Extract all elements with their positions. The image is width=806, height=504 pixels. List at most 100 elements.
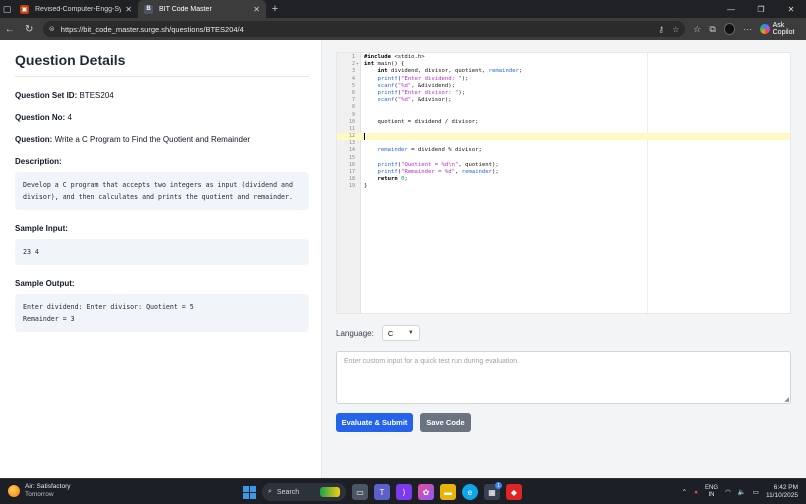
extensions-icon[interactable]: ⧉ [709, 24, 715, 35]
vscode-icon[interactable]: ⟩ [396, 484, 412, 500]
task-view-icon[interactable]: ▭ [352, 484, 368, 500]
windows-taskbar: Air: Satisfactory Tomorrow ⌕ Search ▭ T … [0, 478, 806, 504]
windows-start-icon[interactable] [243, 485, 256, 499]
language-label: Language: [336, 328, 374, 338]
close-tab-icon[interactable]: ✕ [125, 5, 132, 14]
close-window-icon[interactable]: ✕ [776, 0, 806, 18]
line-number: 4 [351, 75, 355, 82]
favorite-star-icon[interactable]: ☆ [672, 25, 679, 34]
custom-input-field[interactable]: Enter custom input for a quick test run … [336, 351, 791, 404]
tab-bit-code-master[interactable]: B BIT Code Master ✕ [138, 0, 266, 18]
line-number: 5 [351, 82, 355, 89]
language-select[interactable]: C ▼ [381, 325, 420, 341]
maximize-icon[interactable]: ❐ [746, 0, 776, 18]
security-icon[interactable]: ● [694, 489, 698, 496]
store-badge: 1 [495, 482, 502, 489]
code-line[interactable]: 15 [337, 155, 790, 162]
code-text: printf("Remainder = %d", remainder); [377, 169, 499, 175]
taskbar-search[interactable]: ⌕ Search [262, 483, 346, 501]
code-line[interactable]: 12 [337, 133, 790, 141]
line-number: 14 [348, 147, 355, 154]
evaluate-submit-button[interactable]: Evaluate & Submit [336, 413, 413, 432]
url-input[interactable]: ⊜ https://bit_code_master.surge.sh/quest… [42, 21, 686, 37]
line-number: 19 [348, 183, 355, 190]
description-label: Description: [15, 157, 62, 166]
code-lines[interactable]: 1 #include <stdio.h> 2 ▾ int main() {3 int d… [337, 54, 790, 191]
question-text: Question: Write a C Program to Find the … [15, 135, 309, 144]
question-value: Write a C Program to Find the Quotient a… [54, 135, 251, 144]
code-line[interactable]: 13 [337, 140, 790, 147]
text-cursor [364, 133, 365, 141]
close-tab-icon[interactable]: ✕ [253, 5, 260, 14]
save-code-button[interactable]: Save Code [420, 413, 471, 432]
file-explorer-icon[interactable]: ▬ [440, 484, 456, 500]
code-line[interactable]: 3 int dividend, divisor, quotient, remai… [337, 68, 790, 75]
teams-icon[interactable]: T [374, 484, 390, 500]
volume-icon[interactable]: 🔈 [738, 488, 746, 496]
line-number: 8 [351, 104, 355, 111]
code-line[interactable]: 11 [337, 125, 790, 133]
line-number: 11 [348, 125, 355, 132]
resize-handle-icon[interactable]: ◢ [784, 396, 789, 403]
tab-actions-icon[interactable]: ▢ [0, 0, 14, 18]
code-editor[interactable]: 1 #include <stdio.h> 2 ▾ int main() {3 int d… [336, 52, 791, 314]
code-line[interactable]: 19} [337, 183, 790, 190]
edge-icon[interactable]: e [462, 484, 478, 500]
code-line[interactable]: 8 [337, 104, 790, 111]
code-line[interactable]: 10 quotient = dividend / divisor; [337, 118, 790, 126]
back-icon[interactable]: ← [0, 18, 19, 40]
question-no-value: 4 [67, 113, 72, 122]
more-options-icon[interactable]: ··· [743, 24, 752, 34]
profile-avatar[interactable] [723, 23, 736, 35]
password-key-icon[interactable]: ⚷ [658, 25, 664, 34]
code-line[interactable]: 4 printf("Enter dividend: "); [337, 75, 790, 83]
line-number: 2 [351, 61, 355, 68]
window-controls: — ❐ ✕ [716, 0, 806, 18]
code-line[interactable]: 5 scanf("%d", &dividend); [337, 82, 790, 90]
tab-title: BIT Code Master [159, 5, 212, 13]
language-row: Language: C ▼ [336, 325, 420, 341]
weather-widget[interactable]: Air: Satisfactory Tomorrow [8, 483, 71, 499]
code-text: printf("Enter divisor: "); [377, 89, 466, 96]
code-line[interactable]: 17 printf("Remainder = %d", remainder); [337, 169, 790, 176]
brave-icon[interactable]: ◆ [506, 484, 522, 500]
favorites-icon[interactable]: ☆ [693, 24, 701, 35]
tab-syllabus[interactable]: ▣ Revised-Computer-Engg-Syllabus ✕ [14, 0, 138, 18]
code-line[interactable]: 16 printf("Quotient = %d\n", quotient); [337, 161, 790, 169]
line-number: 16 [348, 161, 355, 168]
line-number: 3 [351, 68, 355, 75]
code-line[interactable]: 18 return 0; [337, 176, 790, 183]
code-line[interactable]: 2 ▾ int main() { [337, 61, 790, 68]
code-line[interactable]: 14 remainder = dividend % divisor; [337, 147, 790, 154]
language-indicator[interactable]: ENG IN [705, 485, 718, 499]
code-line[interactable]: 1 #include <stdio.h> [337, 54, 790, 61]
chevron-down-icon: ▼ [407, 330, 414, 336]
code-text: scanf("%d", &divisor); [377, 97, 452, 104]
code-line[interactable]: 9 [337, 112, 790, 119]
new-tab-icon[interactable]: + [266, 3, 284, 15]
custom-input-placeholder: Enter custom input for a quick test run … [344, 358, 520, 365]
code-line[interactable]: 6 printf("Enter divisor: "); [337, 89, 790, 97]
line-number: 10 [348, 118, 355, 125]
code-line[interactable]: 7 scanf("%d", &divisor); [337, 97, 790, 104]
fold-toggle-icon[interactable]: ▾ [356, 61, 359, 68]
taskbar-apps: ⌕ Search ▭ T ⟩ ✿ ▬ e ▦ 1 ◆ [243, 482, 522, 502]
refresh-icon[interactable]: ↻ [19, 18, 38, 40]
code-panel: 1 #include <stdio.h> 2 ▾ int main() {3 int d… [322, 40, 806, 478]
code-text: printf("Quotient = %d\n", quotient); [377, 161, 499, 168]
code-text: } [364, 183, 368, 190]
language-value: C [387, 328, 394, 338]
lang-bottom: IN [708, 492, 715, 498]
sample-output-label: Sample Output: [15, 279, 75, 288]
wifi-icon[interactable]: ◠ [725, 488, 731, 496]
ask-copilot-button[interactable]: Ask Copilot [760, 22, 806, 36]
store-icon[interactable]: ▦ 1 [484, 482, 502, 500]
code-text: return 0; [377, 176, 408, 183]
site-info-icon[interactable]: ⊜ [49, 25, 55, 33]
copilot-app-icon[interactable]: ✿ [418, 484, 434, 500]
minimize-icon[interactable]: — [716, 0, 746, 18]
battery-icon[interactable]: ▭ [753, 488, 759, 496]
clock[interactable]: 6:42 PM 11/10/2025 [766, 484, 798, 500]
show-hidden-icons-icon[interactable]: ⌃ [682, 488, 687, 496]
line-number: 12 [348, 133, 355, 140]
